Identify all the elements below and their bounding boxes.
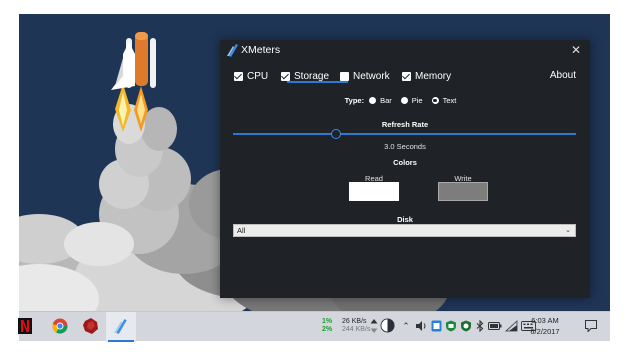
window-title: XMeters [241,44,281,56]
read-speed: 26 KB/s [342,318,367,325]
radio-bar[interactable] [369,97,377,104]
disk-title: Disk [397,215,413,224]
refresh-rate-slider-thumb[interactable] [330,129,341,139]
close-button[interactable]: ✕ [568,42,584,58]
wifi-icon[interactable] [505,320,518,332]
battery-meter-tray-icon[interactable] [431,320,442,332]
write-speed: 244 KB/s [342,326,371,333]
radio-label: Pie [411,96,423,105]
space-shuttle [111,32,156,90]
title-bar[interactable]: XMeters ✕ [220,40,590,62]
taskbar-app-xmeters[interactable] [106,312,136,342]
clock-date: 6/2/2017 [530,327,560,336]
battery-icon[interactable] [488,321,502,331]
radio-label: Bar [380,96,392,105]
disk-select[interactable]: All ⌄ [233,224,576,237]
tab-label: Network [353,70,390,82]
memory-checkbox[interactable] [402,71,411,81]
refresh-rate-value: 3.0 Seconds [384,142,426,151]
storage-checkbox[interactable] [281,71,290,81]
xmeters-settings-window: XMeters ✕ CPU Storage Network Memory Abo… [220,40,590,298]
xmeters-icon [114,319,127,334]
action-center-icon[interactable] [585,320,597,332]
radio-text[interactable] [431,97,439,104]
read-color-swatch[interactable] [349,182,399,201]
type-option-pie[interactable]: Pie [400,96,423,105]
volume-icon[interactable] [415,320,428,332]
tab-label: Storage [294,70,330,82]
memory-percent: 2% [322,326,333,333]
memory-pie-icon [380,318,395,333]
security-shield-icon[interactable] [445,320,457,332]
network-checkbox[interactable] [340,71,349,81]
tab-label: CPU [247,70,269,82]
meter-tabs: CPU Storage Network Memory About [234,67,576,87]
about-link[interactable]: About [550,67,576,85]
refresh-rate-slider[interactable] [233,133,576,135]
taskbar-clock[interactable]: 6:03 AM 6/2/2017 [523,315,567,337]
type-selector: Type: Bar Pie Text [220,96,590,105]
clock-time: 6:03 AM [531,316,559,325]
write-color-swatch[interactable] [438,182,488,201]
type-label: Type: [344,96,365,105]
colors-title: Colors [393,158,417,167]
red-app-icon [83,318,98,334]
xmeters-logo-icon [227,44,238,57]
chevron-down-icon: ⌄ [565,227,571,234]
active-app-indicator [108,340,134,342]
type-option-bar[interactable]: Bar [369,96,392,105]
taskbar-app-netflix[interactable] [16,312,46,342]
tab-label: Memory [415,70,452,82]
disk-selected-value: All [237,226,246,235]
radio-label: Text [442,96,457,105]
show-hidden-icons-chevron-icon[interactable]: ⌃ [400,319,412,333]
cpu-percent: 1% [322,318,333,325]
netflix-icon [18,318,32,334]
read-write-arrows-icon [370,319,378,333]
close-icon: ✕ [570,43,582,57]
chrome-icon [52,318,68,334]
type-option-text[interactable]: Text [431,96,457,105]
tab-network[interactable]: Network [340,67,390,85]
cpu-checkbox[interactable] [234,71,243,81]
radio-pie[interactable] [400,97,408,104]
refresh-rate-title: Refresh Rate [381,120,429,129]
selected-tab-indicator [287,81,348,83]
taskbar: 1% 2% 26 KB/s 244 KB/s ⌃ 6:03 AM 6/2/201… [16,311,610,342]
taskbar-app-chrome[interactable] [46,312,76,342]
sync-app-icon[interactable] [460,320,472,332]
bluetooth-icon[interactable] [476,320,484,332]
tab-memory[interactable]: Memory [402,67,451,85]
taskbar-app-red[interactable] [76,312,106,342]
tab-cpu[interactable]: CPU [234,67,268,85]
